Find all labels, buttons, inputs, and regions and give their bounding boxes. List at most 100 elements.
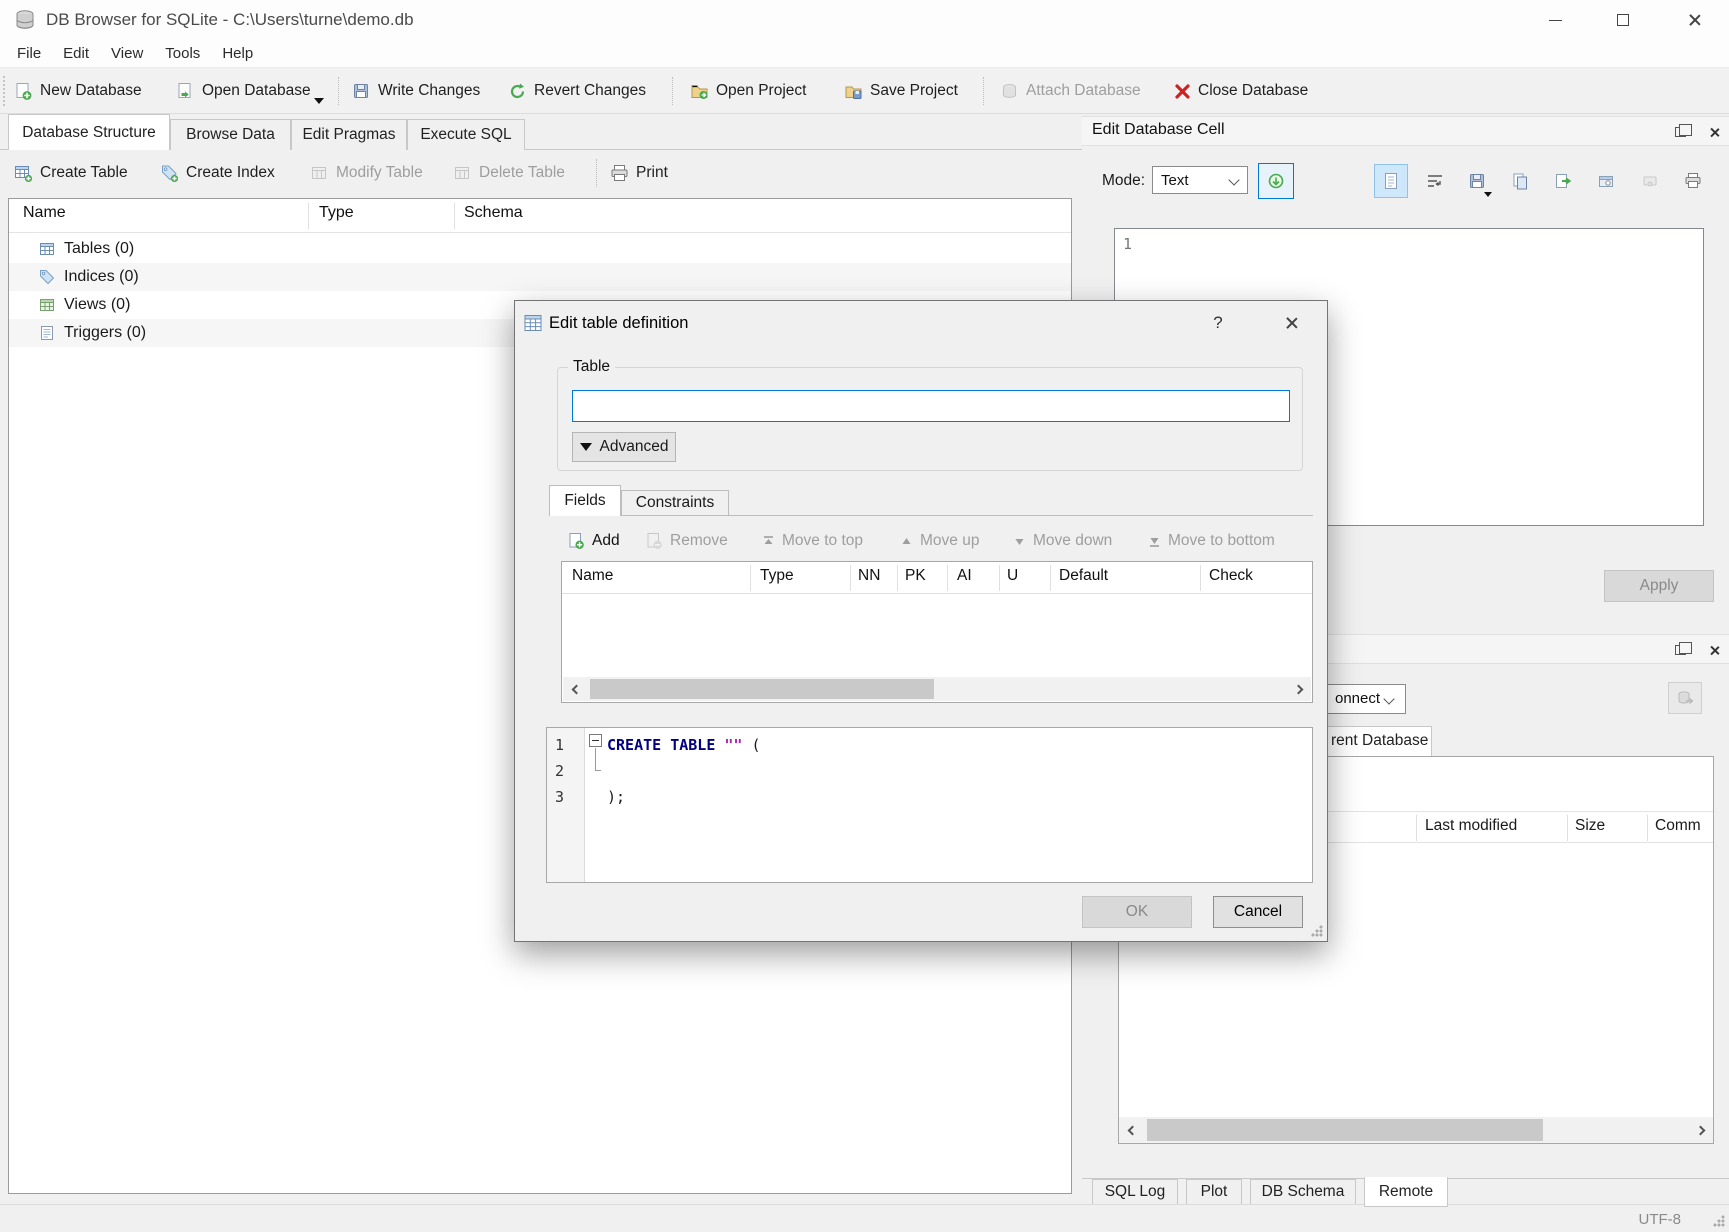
copy-cell-button[interactable] xyxy=(1503,164,1537,198)
open-project-button[interactable]: Open Project xyxy=(690,68,806,114)
tree-item-tables[interactable]: Tables (0) xyxy=(9,235,1071,263)
maximize-button[interactable] xyxy=(1600,0,1646,40)
dialog-resize-grip[interactable] xyxy=(1311,925,1323,937)
col-nn[interactable]: NN xyxy=(858,567,880,585)
save-project-button[interactable]: Save Project xyxy=(844,68,958,114)
scrollbar-thumb[interactable] xyxy=(1147,1119,1543,1141)
scroll-left-button[interactable] xyxy=(563,677,589,701)
tab-browse-data[interactable]: Browse Data xyxy=(170,119,291,150)
scroll-right-button[interactable] xyxy=(1285,677,1311,701)
remote-col-commit[interactable]: Comm xyxy=(1655,817,1701,835)
open-database-button[interactable]: Open Database xyxy=(176,68,311,114)
scrollbar-thumb[interactable] xyxy=(590,679,934,699)
grid-col-divider[interactable] xyxy=(1200,565,1201,591)
tab-remote[interactable]: Remote xyxy=(1364,1177,1448,1207)
menu-view[interactable]: View xyxy=(102,45,156,62)
tab-execute-sql[interactable]: Execute SQL xyxy=(407,119,525,150)
open-database-dropdown-arrow[interactable] xyxy=(314,98,324,104)
close-database-button[interactable]: Close Database xyxy=(1174,68,1308,114)
print-button[interactable]: Print xyxy=(610,150,668,196)
cancel-button[interactable]: Cancel xyxy=(1213,896,1303,928)
menu-edit[interactable]: Edit xyxy=(54,45,102,62)
grid-col-divider[interactable] xyxy=(999,565,1000,591)
write-changes-button[interactable]: Write Changes xyxy=(352,68,480,114)
tab-sql-log[interactable]: SQL Log xyxy=(1092,1179,1178,1205)
print-cell-button[interactable] xyxy=(1676,164,1710,198)
col-u[interactable]: U xyxy=(1007,567,1018,585)
import-in-cell-button[interactable] xyxy=(1258,163,1294,199)
tree-col-divider[interactable] xyxy=(308,203,309,229)
minimize-button[interactable] xyxy=(1532,0,1578,40)
remote-clone-button[interactable] xyxy=(1668,682,1702,714)
move-to-bottom-button[interactable]: Move to bottom xyxy=(1148,525,1275,557)
dock-float-button[interactable] xyxy=(1670,123,1690,141)
close-button[interactable] xyxy=(1672,0,1718,40)
add-field-button[interactable]: Add xyxy=(567,525,620,557)
col-check[interactable]: Check xyxy=(1209,567,1253,585)
remote-col-divider[interactable] xyxy=(1647,815,1648,841)
remote-col-divider[interactable] xyxy=(1416,815,1417,841)
menu-help[interactable]: Help xyxy=(213,45,266,62)
tree-col-schema[interactable]: Schema xyxy=(464,204,523,222)
tab-constraints[interactable]: Constraints xyxy=(621,490,729,516)
col-default[interactable]: Default xyxy=(1059,567,1108,585)
col-type[interactable]: Type xyxy=(760,567,794,585)
mode-select[interactable]: Text xyxy=(1152,166,1248,194)
move-up-button[interactable]: Move up xyxy=(900,525,979,557)
move-to-top-button[interactable]: Move to top xyxy=(762,525,863,557)
sql-preview[interactable]: 1 2 3 CREATE TABLE "" ( ); xyxy=(546,727,1313,883)
save-cell-button[interactable] xyxy=(1460,164,1494,198)
attach-database-button[interactable]: Attach Database xyxy=(1000,68,1141,114)
menu-file[interactable]: File xyxy=(8,45,54,62)
tab-plot[interactable]: Plot xyxy=(1186,1179,1242,1205)
grid-col-divider[interactable] xyxy=(897,565,898,591)
col-name[interactable]: Name xyxy=(572,567,613,585)
create-index-button[interactable]: Create Index xyxy=(160,150,275,196)
new-database-button[interactable]: New Database xyxy=(14,68,142,114)
dialog-close-button[interactable] xyxy=(1277,308,1307,338)
grid-col-divider[interactable] xyxy=(947,565,948,591)
create-table-button[interactable]: Create Table xyxy=(14,150,128,196)
dock-close-button[interactable] xyxy=(1704,123,1724,141)
dock-float-button[interactable] xyxy=(1670,641,1690,659)
grid-col-divider[interactable] xyxy=(850,565,851,591)
tab-database-structure[interactable]: Database Structure xyxy=(8,114,170,150)
dialog-title-bar[interactable]: Edit table definition ? xyxy=(515,301,1327,345)
null-cell-button[interactable] xyxy=(1633,164,1667,198)
scroll-right-button[interactable] xyxy=(1687,1117,1713,1143)
text-mode-button[interactable] xyxy=(1374,164,1408,198)
move-down-button[interactable]: Move down xyxy=(1013,525,1112,557)
fields-grid-scrollbar[interactable] xyxy=(563,677,1311,701)
code-fold-toggle[interactable] xyxy=(589,734,602,747)
open-in-app-button[interactable] xyxy=(1589,164,1623,198)
col-pk[interactable]: PK xyxy=(905,567,926,585)
dialog-help-button[interactable]: ? xyxy=(1203,308,1233,338)
delete-table-button[interactable]: Delete Table xyxy=(453,150,565,196)
tree-item-indices[interactable]: Indices (0) xyxy=(9,263,1071,291)
ok-button[interactable]: OK xyxy=(1082,896,1192,928)
col-ai[interactable]: AI xyxy=(957,567,972,585)
remote-col-divider[interactable] xyxy=(1567,815,1568,841)
tree-col-type[interactable]: Type xyxy=(319,204,354,222)
remote-col-last-modified[interactable]: Last modified xyxy=(1425,817,1517,835)
window-resize-grip[interactable] xyxy=(1713,1215,1725,1227)
encoding-indicator[interactable]: UTF-8 xyxy=(1639,1211,1682,1228)
menu-tools[interactable]: Tools xyxy=(156,45,213,62)
dock-close-button[interactable] xyxy=(1704,641,1724,659)
tab-db-schema[interactable]: DB Schema xyxy=(1250,1179,1356,1205)
export-cell-button[interactable] xyxy=(1546,164,1580,198)
apply-button[interactable]: Apply xyxy=(1604,570,1714,602)
word-wrap-button[interactable] xyxy=(1418,164,1452,198)
grid-col-divider[interactable] xyxy=(750,565,751,591)
table-name-input[interactable] xyxy=(572,390,1290,422)
tab-edit-pragmas[interactable]: Edit Pragmas xyxy=(291,119,407,150)
scroll-left-button[interactable] xyxy=(1119,1117,1145,1143)
remote-col-size[interactable]: Size xyxy=(1575,817,1605,835)
revert-changes-button[interactable]: Revert Changes xyxy=(508,68,646,114)
tab-fields[interactable]: Fields xyxy=(549,485,621,516)
advanced-button[interactable]: Advanced xyxy=(572,432,676,462)
modify-table-button[interactable]: Modify Table xyxy=(310,150,423,196)
tree-col-divider[interactable] xyxy=(454,203,455,229)
remote-horizontal-scrollbar[interactable] xyxy=(1119,1117,1713,1143)
toolbar-drag-handle[interactable] xyxy=(3,76,5,106)
